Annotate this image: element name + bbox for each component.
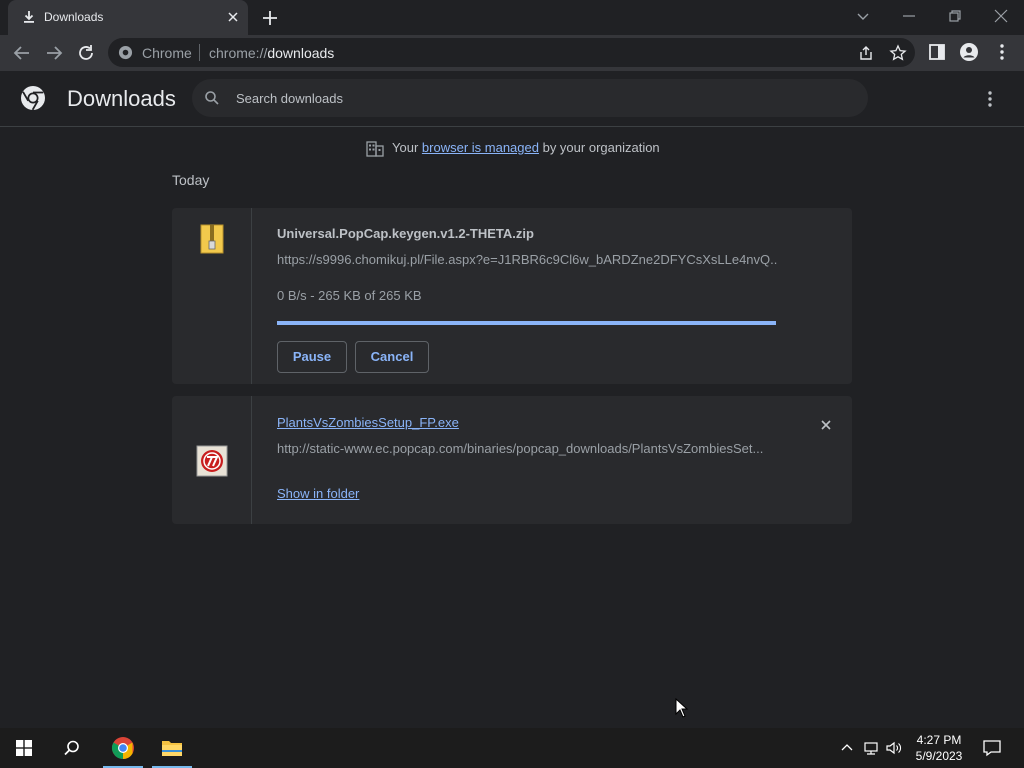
remove-from-list-icon[interactable]	[817, 416, 835, 434]
zip-file-icon	[200, 224, 224, 254]
download-item: PlantsVsZombiesSetup_FP.exe http://stati…	[172, 396, 852, 524]
cancel-button[interactable]: Cancel	[355, 341, 429, 373]
file-url: https://s9996.chomikuj.pl/File.aspx?e=J1…	[277, 252, 777, 267]
minimize-icon[interactable]	[897, 4, 921, 28]
taskbar-chrome[interactable]	[99, 728, 147, 768]
download-item: Universal.PopCap.keygen.v1.2-THETA.zip h…	[172, 208, 852, 384]
back-icon[interactable]	[10, 41, 34, 65]
forward-icon[interactable]	[42, 41, 66, 65]
omnibox-separator	[199, 44, 200, 61]
download-icon	[24, 11, 34, 23]
file-name-link[interactable]: PlantsVsZombiesSetup_FP.exe	[277, 415, 459, 430]
omnibox-url[interactable]: chrome://downloads	[209, 45, 334, 61]
section-heading-today: Today	[172, 172, 210, 188]
taskbar-search-button[interactable]	[48, 728, 96, 768]
side-panel-icon[interactable]	[927, 42, 947, 62]
new-tab-icon[interactable]	[260, 8, 280, 28]
file-icon-column	[172, 396, 252, 524]
clock-date: 5/9/2023	[915, 749, 963, 763]
tab-title: Downloads	[44, 10, 104, 24]
bookmark-star-icon[interactable]	[889, 44, 907, 62]
reload-icon[interactable]	[74, 41, 98, 65]
downloads-header: Downloads	[0, 71, 1024, 127]
taskbar-clock[interactable]: 4:27 PM 5/9/2023	[906, 732, 972, 764]
tab-strip: Downloads	[0, 0, 1024, 35]
volume-icon[interactable]	[885, 739, 903, 757]
omnibox-site-label: Chrome	[142, 45, 192, 61]
clock-time: 4:27 PM	[916, 733, 962, 747]
close-window-icon[interactable]	[989, 4, 1013, 28]
windows-start-icon	[16, 740, 32, 756]
show-hidden-icons-chevron-icon[interactable]	[838, 739, 856, 757]
page-title: Downloads	[67, 86, 176, 111]
notifications-icon[interactable]	[982, 738, 1002, 758]
building-icon	[366, 140, 384, 157]
search-icon	[64, 740, 79, 756]
restore-icon[interactable]	[943, 4, 967, 28]
file-icon-column	[172, 208, 252, 384]
popcap-exe-icon	[196, 445, 228, 477]
start-button[interactable]	[0, 728, 48, 768]
download-progress-bar	[277, 321, 776, 325]
mouse-cursor-icon	[675, 698, 689, 718]
chrome-app-icon	[112, 737, 134, 759]
tab-close-icon[interactable]	[224, 8, 242, 26]
download-status: 0 B/s - 265 KB of 265 KB	[277, 288, 422, 303]
file-url: http://static-www.ec.popcap.com/binaries…	[277, 441, 764, 456]
share-icon[interactable]	[857, 44, 875, 62]
chrome-site-icon	[118, 45, 133, 60]
network-icon[interactable]	[862, 739, 880, 757]
address-bar[interactable]: Chrome chrome://downloads	[108, 38, 915, 67]
more-actions-icon[interactable]	[980, 89, 1000, 109]
show-in-folder-link[interactable]: Show in folder	[277, 486, 359, 501]
file-name: Universal.PopCap.keygen.v1.2-THETA.zip	[277, 226, 534, 241]
managed-notice: Your browser is managed by your organiza…	[366, 140, 660, 157]
chrome-logo-icon	[21, 86, 45, 111]
browser-managed-link[interactable]: browser is managed	[422, 140, 539, 155]
tab-search-chevron-icon[interactable]	[851, 4, 875, 28]
search-box[interactable]	[192, 79, 868, 117]
tab-downloads[interactable]: Downloads	[8, 0, 248, 35]
browser-toolbar: Chrome chrome://downloads	[0, 35, 1024, 71]
taskbar-file-explorer[interactable]	[148, 728, 196, 768]
search-input[interactable]	[236, 79, 836, 117]
folder-icon	[162, 741, 182, 756]
pause-button[interactable]: Pause	[277, 341, 347, 373]
chrome-menu-icon[interactable]	[992, 42, 1012, 62]
progress-fill	[277, 321, 776, 325]
search-icon	[205, 91, 219, 105]
windows-taskbar: 4:27 PM 5/9/2023	[0, 728, 1024, 768]
profile-icon[interactable]	[959, 42, 979, 62]
